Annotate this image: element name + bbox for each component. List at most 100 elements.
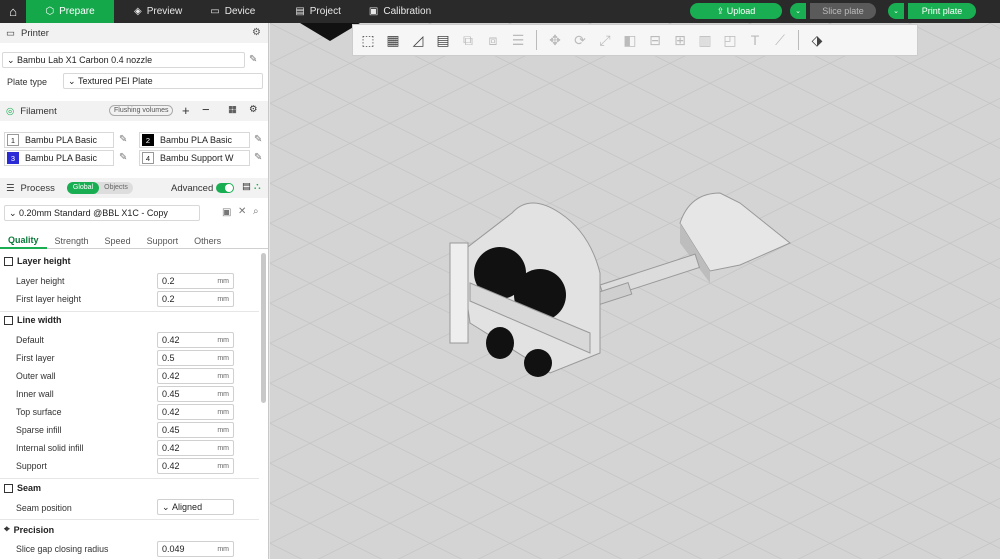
flushing-volumes-button[interactable]: Flushing volumes [109, 105, 174, 116]
rotate-icon[interactable]: ⟳ [569, 29, 591, 51]
global-objects-toggle[interactable]: Global Objects [67, 182, 133, 194]
filament-slot-3[interactable]: 3 Bambu PLA Basic [4, 150, 114, 166]
toggle-global[interactable]: Global [67, 182, 99, 194]
arrange-grid-icon[interactable]: ▦ [382, 29, 404, 51]
paste-icon[interactable]: ⧈ [482, 29, 504, 51]
settings-scrollbar[interactable] [261, 253, 266, 403]
unit-label: mm [217, 336, 229, 344]
edit-printer-icon[interactable]: ✎ [249, 54, 257, 65]
filament-settings-gear-icon[interactable]: ⚙ [249, 104, 258, 115]
home-icon[interactable]: ⌂ [0, 0, 26, 23]
close-icon[interactable]: ✕ [238, 206, 246, 217]
tab-others[interactable]: Others [186, 232, 229, 249]
upload-button[interactable]: ⇪ Upload [690, 3, 782, 19]
text-icon[interactable]: T [744, 29, 766, 51]
inner-wall-label: Inner wall [16, 389, 54, 399]
filament-name: Bambu Support W [160, 153, 234, 163]
advanced-toggle[interactable] [216, 183, 234, 193]
plate-type-select[interactable]: ⌄ Textured PEI Plate [63, 73, 263, 89]
split-icon[interactable]: ☰ [507, 29, 529, 51]
inner-wall-input[interactable]: 0.45 mm [157, 386, 234, 402]
edit-filament-icon[interactable]: ✎ [119, 152, 127, 163]
printer-settings-gear-icon[interactable]: ⚙ [252, 27, 261, 38]
support-input[interactable]: 0.42 mm [157, 458, 234, 474]
tab-speed[interactable]: Speed [97, 232, 139, 249]
edit-filament-icon[interactable]: ✎ [254, 152, 262, 163]
boolean-icon[interactable]: ⊞ [669, 29, 691, 51]
tab-quality[interactable]: Quality [0, 232, 47, 249]
sync-filament-icon[interactable]: ▦ [228, 104, 237, 115]
measure-icon[interactable]: ⟋ [769, 29, 791, 51]
tab-preview[interactable]: ◈ Preview [114, 0, 196, 23]
print-plate-button[interactable]: Print plate [908, 3, 976, 19]
process-tabs: Quality Strength Speed Support Others [0, 232, 268, 249]
layer-height-label: Layer height [16, 276, 65, 286]
3d-model[interactable] [440, 183, 800, 383]
tab-support[interactable]: Support [139, 232, 187, 249]
orient-icon[interactable]: ◿ [407, 29, 429, 51]
outer-wall-input[interactable]: 0.42 mm [157, 368, 234, 384]
slice-plate-button[interactable]: Slice plate [810, 3, 876, 19]
filament-slot-1[interactable]: 1 Bambu PLA Basic [4, 132, 114, 148]
filament-section-header: ◎ Filament Flushing volumes + − ▦ ⚙ [0, 101, 268, 121]
lay-on-face-icon[interactable]: ◧ [619, 29, 641, 51]
plate-layout-icon[interactable]: ▤ [432, 29, 454, 51]
internal-solid-infill-input[interactable]: 0.42 mm [157, 440, 234, 456]
remove-filament-icon[interactable]: − [202, 102, 210, 117]
default-input[interactable]: 0.42 mm [157, 332, 234, 348]
support-paint-icon[interactable]: ▥ [694, 29, 716, 51]
cut-icon[interactable]: ⊟ [644, 29, 666, 51]
group-label: Precision [13, 524, 55, 535]
edit-filament-icon[interactable]: ✎ [254, 134, 262, 145]
layer-height-input[interactable]: 0.2 mm [157, 273, 234, 289]
slice-gap-closing-radius-label: Slice gap closing radius [16, 544, 109, 554]
3d-viewport[interactable] [270, 23, 1000, 559]
print-label: Print plate [921, 6, 963, 16]
process-section-header: ☰ Process Global Objects Advanced ▤ ⛬ [0, 178, 268, 198]
tab-prepare[interactable]: ⬡ Prepare [26, 0, 114, 23]
save-preset-icon[interactable]: ▣ [222, 207, 231, 218]
move-icon[interactable]: ✥ [544, 29, 566, 51]
top-navigation-bar: ⌂ ⬡ Prepare ◈ Preview ▭ Device ▤ Project ▣ Ca… [0, 0, 1000, 23]
print-dropdown-chevron-icon[interactable]: ⌄ [888, 3, 904, 19]
search-icon[interactable]: ⌕ [253, 206, 259, 217]
copy-icon[interactable]: ⧉ [457, 29, 479, 51]
input-value: 0.049 [162, 544, 185, 554]
filament-slot-4[interactable]: 4 Bambu Support W [139, 150, 250, 166]
seam-paint-icon[interactable]: ◰ [719, 29, 741, 51]
unit-label: mm [217, 408, 229, 416]
add-object-icon[interactable]: ⬚ [357, 29, 379, 51]
sparse-infill-input[interactable]: 0.45 mm [157, 422, 234, 438]
select-value: Aligned [172, 502, 203, 512]
filament-slot-2[interactable]: 2 Bambu PLA Basic [139, 132, 250, 148]
group-label: Line width [17, 315, 62, 325]
unit-label: mm [217, 354, 229, 362]
edit-filament-icon[interactable]: ✎ [119, 134, 127, 145]
first-layer-height-input[interactable]: 0.2 mm [157, 291, 234, 307]
compare-icon[interactable]: ▤ [242, 181, 251, 192]
seam-position-select[interactable]: ⌄ Aligned [157, 499, 234, 515]
tab-label: Calibration [383, 6, 432, 17]
tab-strength[interactable]: Strength [47, 232, 97, 249]
filament-icon: ◎ [6, 105, 15, 117]
unit-label: mm [217, 277, 229, 285]
tab-project[interactable]: ▤ Project [269, 0, 355, 23]
slice-gap-closing-radius-input[interactable]: 0.049 mm [157, 541, 234, 557]
precision-icon: ⌖ [4, 524, 10, 535]
top-surface-input[interactable]: 0.42 mm [157, 404, 234, 420]
support-label: Support [16, 461, 47, 471]
process-tree-icon[interactable]: ⛬ [254, 181, 261, 192]
slice-dropdown-chevron-icon[interactable]: ⌄ [790, 3, 806, 19]
layer-height-icon [4, 256, 13, 266]
scale-icon[interactable]: ⤢ [594, 29, 616, 51]
toggle-objects[interactable]: Objects [99, 182, 133, 194]
first-layer-input[interactable]: 0.5 mm [157, 350, 234, 366]
add-filament-icon[interactable]: + [182, 103, 190, 118]
assembly-view-icon[interactable]: ⬗ [806, 29, 828, 51]
tab-calibration[interactable]: ▣ Calibration [355, 0, 445, 23]
printer-model-select[interactable]: ⌄ Bambu Lab X1 Carbon 0.4 nozzle [2, 52, 245, 68]
line-width-icon [4, 315, 13, 325]
input-value: 0.2 [162, 276, 175, 286]
process-preset-select[interactable]: ⌄ 0.20mm Standard @BBL X1C - Copy [4, 205, 200, 221]
tab-device[interactable]: ▭ Device [196, 0, 269, 23]
